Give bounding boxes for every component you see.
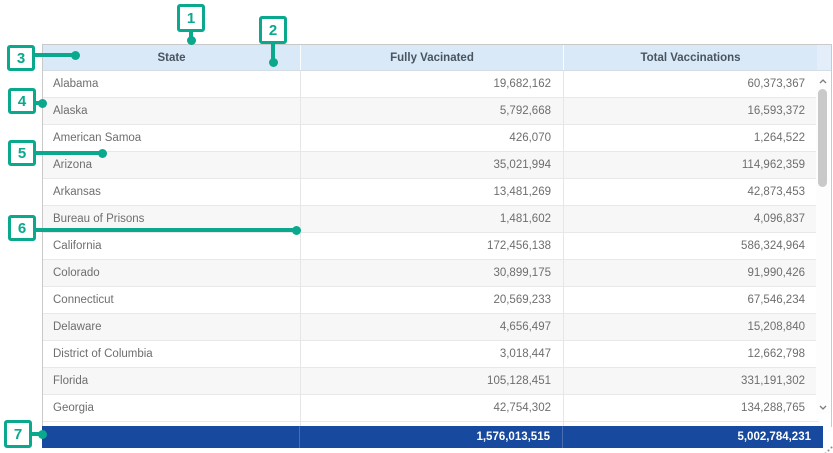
- vertical-scrollbar[interactable]: [816, 72, 830, 414]
- cell-total-vaccinations: 1,264,522: [563, 125, 817, 151]
- table-row[interactable]: Alaska 5,792,668 16,593,372: [43, 98, 819, 125]
- table-row[interactable]: District of Columbia 3,018,447 12,662,79…: [43, 341, 819, 368]
- callout-6-dot: [292, 226, 301, 235]
- cell-state: Colorado: [43, 260, 300, 286]
- callout-7-marker: 7: [4, 420, 32, 448]
- cell-total-vaccinations: 15,208,840: [563, 314, 817, 340]
- cell-total-vaccinations: 331,191,302: [563, 368, 817, 394]
- vaccination-table-widget: State Fully Vacinated Total Vaccinations…: [42, 44, 832, 427]
- column-header-state[interactable]: State: [43, 45, 300, 70]
- callout-2-marker: 2: [259, 16, 287, 44]
- cell-total-vaccinations: 586,324,964: [563, 233, 817, 259]
- table-row[interactable]: Connecticut 20,569,233 67,546,234: [43, 287, 819, 314]
- table-total-row: 1,576,013,515 5,002,784,231: [42, 426, 823, 448]
- table-row[interactable]: Georgia 42,754,302 134,288,765: [43, 395, 819, 422]
- callout-3-dot: [71, 51, 80, 60]
- cell-total-vaccinations: 114,962,359: [563, 152, 817, 178]
- callout-5-dot: [98, 149, 107, 158]
- cell-fully-vaccinated: 4,656,497: [300, 314, 563, 340]
- cell-state: Delaware: [43, 314, 300, 340]
- callout-4-marker: 4: [8, 88, 36, 114]
- cell-total-vaccinations: 16,593,372: [563, 98, 817, 124]
- cell-fully-vaccinated: 35,021,994: [300, 152, 563, 178]
- table-body: Alabama 19,682,162 60,373,367 Alaska 5,7…: [43, 71, 819, 422]
- cell-fully-vaccinated: 42,754,302: [300, 395, 563, 421]
- header-scrollbar-cap: [817, 45, 831, 70]
- table-row[interactable]: Delaware 4,656,497 15,208,840: [43, 314, 819, 341]
- cell-total-vaccinations: 12,662,798: [563, 341, 817, 367]
- cell-state: American Samoa: [43, 125, 300, 151]
- table-row[interactable]: Arizona 35,021,994 114,962,359: [43, 152, 819, 179]
- chevron-up-icon: [819, 71, 827, 89]
- cell-state: California: [43, 233, 300, 259]
- cell-total-vaccinations: 67,546,234: [563, 287, 817, 313]
- cell-fully-vaccinated: 19,682,162: [300, 71, 563, 97]
- cell-total-vaccinations: 42,873,453: [563, 179, 817, 205]
- cell-state: Arkansas: [43, 179, 300, 205]
- cell-fully-vaccinated: 20,569,233: [300, 287, 563, 313]
- callout-2-dot: [269, 58, 278, 67]
- cell-total-vaccinations: 134,288,765: [563, 395, 817, 421]
- table-row[interactable]: Colorado 30,899,175 91,990,426: [43, 260, 819, 287]
- callout-4-dot: [38, 99, 47, 108]
- column-divider: [563, 71, 564, 427]
- cell-state: Georgia: [43, 395, 300, 421]
- scrollbar-thumb[interactable]: [818, 89, 827, 187]
- column-header-fully-vaccinated[interactable]: Fully Vacinated: [300, 45, 563, 70]
- chevron-down-icon: [819, 397, 827, 415]
- cell-total-vaccinations: 91,990,426: [563, 260, 817, 286]
- cell-fully-vaccinated: 13,481,269: [300, 179, 563, 205]
- cell-total-vaccinations: 60,373,367: [563, 71, 817, 97]
- total-cell-total-vaccinations: 5,002,784,231: [562, 426, 823, 448]
- callout-6-leader-line: [34, 228, 297, 232]
- table-row[interactable]: Florida 105,128,451 331,191,302: [43, 368, 819, 395]
- cell-total-vaccinations: 4,096,837: [563, 206, 817, 232]
- column-header-total-vaccinations[interactable]: Total Vaccinations: [563, 45, 817, 70]
- cell-fully-vaccinated: 426,070: [300, 125, 563, 151]
- scroll-up-button[interactable]: [816, 74, 830, 86]
- callout-5-leader-line: [34, 151, 100, 155]
- callout-1-dot: [187, 36, 196, 45]
- cell-fully-vaccinated: 172,456,138: [300, 233, 563, 259]
- callout-3-marker: 3: [7, 45, 35, 71]
- total-cell-fully-vaccinated: 1,576,013,515: [299, 426, 562, 448]
- table-row[interactable]: Arkansas 13,481,269 42,873,453: [43, 179, 819, 206]
- column-divider: [300, 71, 301, 427]
- scroll-down-button[interactable]: [816, 400, 830, 412]
- callout-3-leader-line: [34, 53, 76, 57]
- total-cell-state: [42, 426, 299, 448]
- cell-state: Alaska: [43, 98, 300, 124]
- cell-state: Arizona: [43, 152, 300, 178]
- cell-state: Florida: [43, 368, 300, 394]
- cell-fully-vaccinated: 5,792,668: [300, 98, 563, 124]
- callout-7-dot: [38, 430, 47, 439]
- table-header-row: State Fully Vacinated Total Vaccinations: [43, 45, 831, 71]
- callout-1-marker: 1: [177, 4, 205, 32]
- cell-fully-vaccinated: 3,018,447: [300, 341, 563, 367]
- table-row[interactable]: California 172,456,138 586,324,964: [43, 233, 819, 260]
- resize-grip-icon[interactable]: [824, 442, 833, 451]
- dashboard-table-screenshot: State Fully Vacinated Total Vaccinations…: [0, 0, 833, 453]
- cell-fully-vaccinated: 30,899,175: [300, 260, 563, 286]
- cell-state: Connecticut: [43, 287, 300, 313]
- cell-state: District of Columbia: [43, 341, 300, 367]
- cell-fully-vaccinated: 105,128,451: [300, 368, 563, 394]
- table-row[interactable]: Alabama 19,682,162 60,373,367: [43, 71, 819, 98]
- cell-state: Alabama: [43, 71, 300, 97]
- cell-fully-vaccinated: 1,481,602: [300, 206, 563, 232]
- table-row[interactable]: American Samoa 426,070 1,264,522: [43, 125, 819, 152]
- callout-6-marker: 6: [8, 215, 36, 241]
- callout-5-marker: 5: [8, 140, 36, 166]
